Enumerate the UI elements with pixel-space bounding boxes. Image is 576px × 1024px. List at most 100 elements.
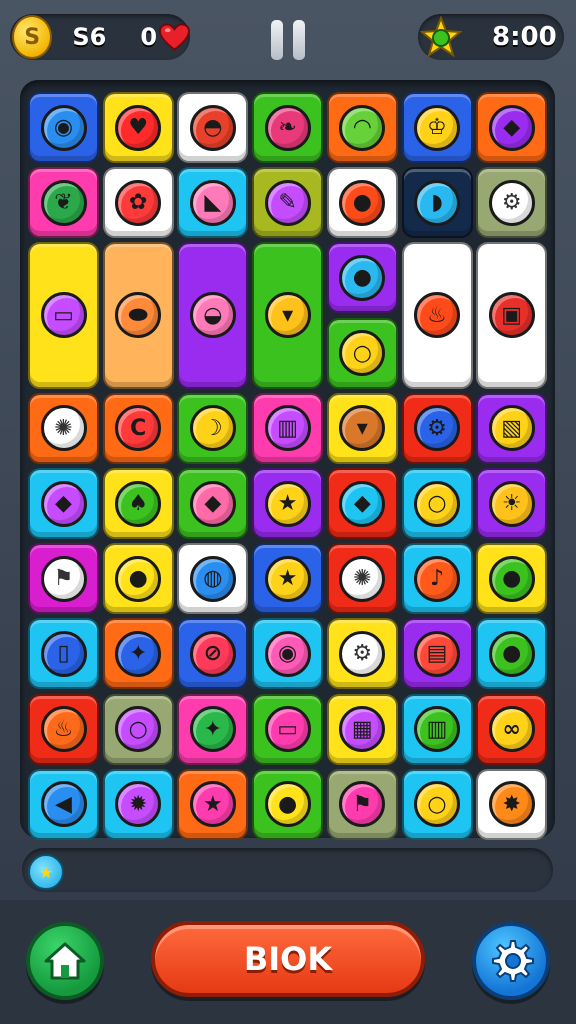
fish-icon: ◀ <box>40 781 87 828</box>
tile[interactable]: ✦ <box>177 693 249 765</box>
trophy-icon: ♔ <box>414 104 460 151</box>
sunglasses-hat-icon: ◓ <box>189 104 236 151</box>
tile[interactable]: ◆ <box>326 468 398 539</box>
tile[interactable]: ◗ <box>401 167 473 239</box>
kite-icon: ◆ <box>488 104 535 151</box>
plant-pot-icon: ▾ <box>339 405 386 452</box>
tile[interactable]: ☽ <box>177 392 249 464</box>
pause-button[interactable] <box>266 20 310 60</box>
tile[interactable]: ● <box>326 242 398 314</box>
ring-icon: ○ <box>339 330 386 377</box>
pot-icon: ◒ <box>189 292 236 339</box>
tile[interactable]: ○ <box>102 693 174 765</box>
timer-text: 8:00 <box>492 22 557 52</box>
tile[interactable]: ✿ <box>102 167 174 239</box>
collection-tray: ★ <box>22 848 553 892</box>
tile[interactable]: C <box>102 392 174 464</box>
tile[interactable]: ♠ <box>102 468 174 539</box>
tile[interactable]: ⚑ <box>28 543 99 615</box>
pencil-icon: ✎ <box>264 179 311 226</box>
c-badge-icon: C <box>115 405 162 452</box>
tile[interactable]: ▾ <box>252 242 324 389</box>
tile[interactable]: ♨ <box>401 242 473 389</box>
tile[interactable]: ◆ <box>177 468 249 539</box>
tile[interactable]: ▭ <box>28 242 99 389</box>
tile[interactable]: ♔ <box>401 92 473 163</box>
tile[interactable]: ▧ <box>476 392 548 464</box>
tile[interactable]: ⬬ <box>102 242 174 389</box>
star-icon <box>420 16 462 58</box>
tile[interactable]: ▭ <box>252 693 324 765</box>
tile[interactable]: ○ <box>401 468 473 539</box>
tile[interactable]: ● <box>102 543 174 615</box>
tile[interactable]: ✦ <box>102 618 174 690</box>
tile[interactable]: ♥ <box>102 92 174 163</box>
bell-icon: ♪ <box>414 555 460 602</box>
tile[interactable]: ⊘ <box>177 618 249 690</box>
coin-icon: S <box>12 15 53 59</box>
star-token-icon[interactable]: ★ <box>28 854 64 890</box>
tile[interactable]: ❦ <box>28 167 99 239</box>
tile[interactable]: ○ <box>326 317 398 389</box>
tile[interactable]: ✸ <box>476 768 548 840</box>
tile[interactable]: ▥ <box>401 693 473 765</box>
tile[interactable]: ● <box>252 768 324 840</box>
tile[interactable]: ● <box>326 167 398 239</box>
book-icon: ▧ <box>488 405 535 452</box>
home-button[interactable] <box>26 922 104 1000</box>
tile[interactable]: ◉ <box>252 618 324 690</box>
tile[interactable]: ▣ <box>476 242 548 389</box>
tile[interactable]: ▾ <box>326 392 398 464</box>
tile[interactable]: ◆ <box>476 92 548 163</box>
flag-icon: ⚑ <box>339 781 386 828</box>
tile[interactable]: ◆ <box>28 468 99 539</box>
tile[interactable]: ⚙ <box>326 618 398 690</box>
tablet-icon: ▯ <box>40 630 87 677</box>
pause-icon <box>271 20 283 60</box>
tile[interactable]: ★ <box>252 468 324 539</box>
tile[interactable]: ☀ <box>476 468 548 539</box>
tile[interactable]: ● <box>476 618 548 690</box>
gem-icon: ◆ <box>339 480 386 527</box>
tile[interactable]: ◣ <box>177 167 249 239</box>
sunflower-icon: ✸ <box>488 781 535 828</box>
tile[interactable]: ♨ <box>28 693 99 765</box>
tile[interactable]: ✺ <box>326 543 398 615</box>
tile[interactable]: ◉ <box>28 92 99 163</box>
ring-icon: ○ <box>414 781 460 828</box>
star-icon: ★ <box>264 555 311 602</box>
package-icon: ▦ <box>339 706 386 753</box>
splat-icon: ✹ <box>115 781 162 828</box>
lollipop-icon: ◉ <box>264 630 311 677</box>
tile[interactable]: ✎ <box>252 167 324 239</box>
action-button[interactable]: BIOK <box>151 921 425 997</box>
leaf-icon: ❦ <box>40 179 87 226</box>
tile[interactable]: ◍ <box>177 543 249 615</box>
tile[interactable]: ◒ <box>177 242 249 389</box>
tile[interactable]: ⚙ <box>476 167 548 239</box>
tile[interactable]: ⚙ <box>401 392 473 464</box>
tile[interactable]: ✺ <box>28 392 99 464</box>
tile[interactable]: ◓ <box>177 92 249 163</box>
gear-icon: ⚙ <box>339 630 386 677</box>
tile[interactable]: ✹ <box>102 768 174 840</box>
tile[interactable]: ▥ <box>252 392 324 464</box>
tile[interactable]: ♪ <box>401 543 473 615</box>
tile[interactable]: ❧ <box>252 92 324 163</box>
tile[interactable]: ★ <box>177 768 249 840</box>
settings-button[interactable] <box>472 922 550 1000</box>
bomb-icon: ● <box>488 555 535 602</box>
tile[interactable]: ▯ <box>28 618 99 690</box>
tile[interactable]: ● <box>476 543 548 615</box>
tile[interactable]: ⚑ <box>326 768 398 840</box>
globe-icon: ◍ <box>189 555 236 602</box>
tile[interactable]: ◠ <box>326 92 398 163</box>
tile[interactable]: ★ <box>252 543 324 615</box>
lives-count: 0 <box>140 23 158 51</box>
tile[interactable]: ∞ <box>476 693 548 765</box>
tile[interactable]: ▤ <box>401 618 473 690</box>
tile[interactable]: ◀ <box>28 768 99 840</box>
tile[interactable]: ○ <box>401 768 473 840</box>
compass-icon: ✦ <box>115 630 162 677</box>
tile[interactable]: ▦ <box>326 693 398 765</box>
